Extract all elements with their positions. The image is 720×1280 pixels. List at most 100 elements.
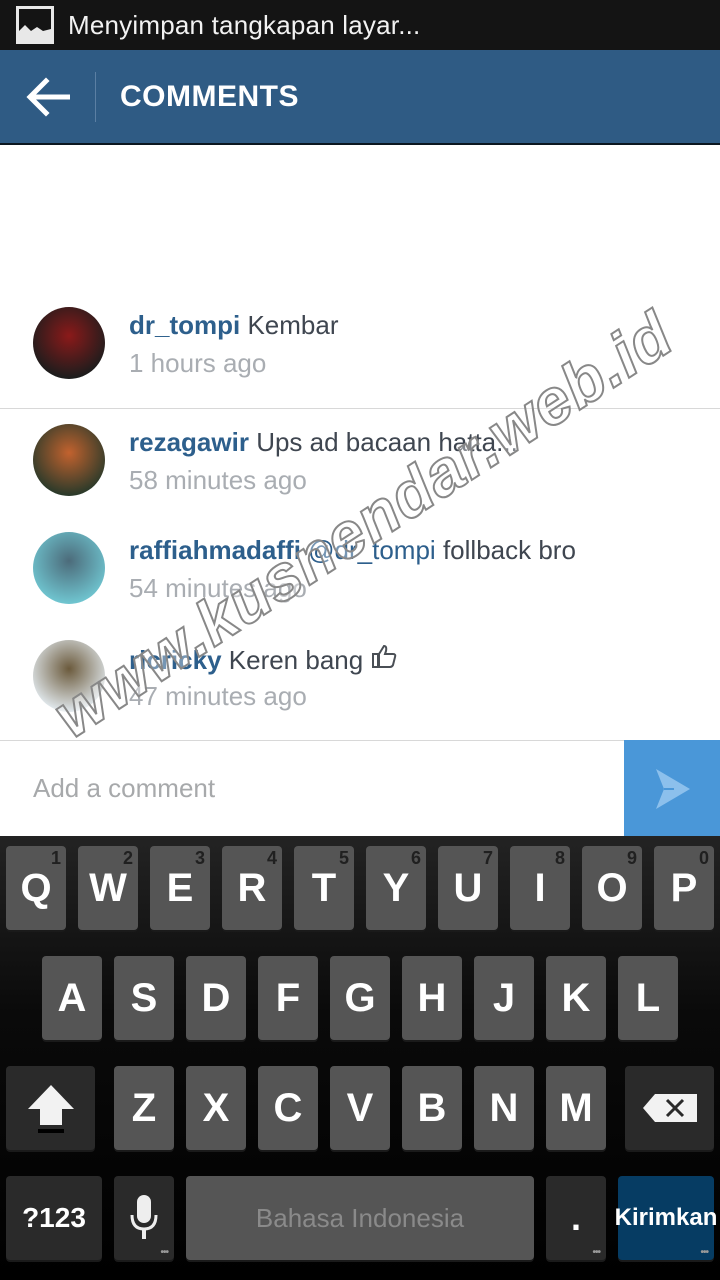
comment-username[interactable]: ricricky [129, 645, 222, 675]
more-options-dots: ••• [700, 1247, 708, 1258]
microphone-icon [130, 1195, 158, 1239]
key-label: P [670, 865, 698, 910]
symbols-key[interactable]: ?123 [6, 1176, 102, 1260]
key-v[interactable]: V [330, 1066, 390, 1150]
key-hint: 5 [338, 848, 349, 868]
more-options-dots: ••• [592, 1247, 600, 1258]
key-l[interactable]: L [618, 956, 678, 1040]
shift-arrow-icon [27, 1085, 74, 1133]
comment-item: ricricky Keren bang 47 minutes ago [0, 633, 720, 741]
key-h[interactable]: H [402, 956, 462, 1040]
comment-input[interactable] [0, 741, 624, 836]
avatar[interactable] [33, 640, 105, 712]
key-label: D [201, 975, 231, 1020]
key-j[interactable]: J [474, 956, 534, 1040]
key-r[interactable]: R4 [222, 846, 282, 930]
key-hint: 0 [698, 848, 709, 868]
key-hint: 1 [50, 848, 61, 868]
backspace-key[interactable] [625, 1066, 714, 1150]
key-d[interactable]: D [186, 956, 246, 1040]
soft-keyboard: ?123 ••• Bahasa Indonesia . ••• Kirimkan… [0, 836, 720, 1280]
screenshot-image-icon [16, 6, 54, 44]
key-b[interactable]: B [402, 1066, 462, 1150]
key-hint: 2 [122, 848, 133, 868]
comment-item: dr_tompi Kembar 1 hours ago [0, 300, 720, 408]
key-f[interactable]: F [258, 956, 318, 1040]
key-label: O [596, 865, 628, 910]
space-key[interactable]: Bahasa Indonesia [186, 1176, 534, 1260]
comment-username[interactable]: dr_tompi [129, 310, 240, 340]
back-button[interactable] [0, 49, 95, 144]
key-q[interactable]: Q1 [6, 846, 66, 930]
key-label: C [273, 1085, 303, 1130]
thumbs-up-icon [370, 643, 398, 676]
send-arrow-icon [656, 768, 690, 809]
arrow-left-icon [25, 76, 70, 117]
caption-divider [0, 408, 720, 409]
comment-item: raffiahmadaffi @dr_tompi follback bro 54… [0, 525, 720, 633]
key-u[interactable]: U7 [438, 846, 498, 930]
key-hint: 7 [482, 848, 493, 868]
comment-username[interactable]: raffiahmadaffi [129, 535, 301, 565]
key-x[interactable]: X [186, 1066, 246, 1150]
key-g[interactable]: G [330, 956, 390, 1040]
comment-time: 58 minutes ago [129, 465, 307, 495]
key-label: W [89, 865, 127, 910]
key-label: E [166, 865, 194, 910]
key-w[interactable]: W2 [78, 846, 138, 930]
key-z[interactable]: Z [114, 1066, 174, 1150]
key-label: I [534, 865, 546, 910]
key-n[interactable]: N [474, 1066, 534, 1150]
period-label: . [570, 1197, 581, 1238]
key-label: H [417, 975, 447, 1020]
key-s[interactable]: S [114, 956, 174, 1040]
comment-time: 47 minutes ago [129, 681, 307, 711]
comment-line: raffiahmadaffi @dr_tompi follback bro [129, 535, 576, 566]
comment-line: ricricky Keren bang [129, 643, 398, 676]
key-hint: 9 [626, 848, 637, 868]
comment-time: 54 minutes ago [129, 573, 307, 603]
comment-item: rezagawir Ups ad bacaan hatta... 58 minu… [0, 417, 720, 525]
key-p[interactable]: P0 [654, 846, 714, 930]
key-k[interactable]: K [546, 956, 606, 1040]
key-hint: 3 [194, 848, 205, 868]
comment-text: Kembar [247, 310, 339, 340]
key-i[interactable]: I8 [510, 846, 570, 930]
comment-text: Keren bang [228, 645, 364, 675]
key-label: Q [20, 865, 52, 910]
more-options-dots: ••• [160, 1247, 168, 1258]
key-m[interactable]: M [546, 1066, 606, 1150]
key-label: U [453, 865, 483, 910]
period-key[interactable]: . ••• [546, 1176, 606, 1260]
backspace-icon [642, 1094, 697, 1122]
key-label: Z [131, 1085, 157, 1130]
send-key[interactable]: Kirimkan ••• [615, 1176, 717, 1260]
key-label: F [275, 975, 301, 1020]
avatar[interactable] [33, 532, 105, 604]
key-label: L [635, 975, 661, 1020]
key-label: B [417, 1085, 447, 1130]
key-label: A [57, 975, 87, 1020]
avatar[interactable] [33, 307, 105, 379]
microphone-key[interactable]: ••• [114, 1176, 174, 1260]
key-e[interactable]: E3 [150, 846, 210, 930]
send-comment-button[interactable] [624, 740, 720, 837]
key-o[interactable]: O9 [582, 846, 642, 930]
key-label: Y [382, 865, 410, 910]
key-hint: 4 [266, 848, 277, 868]
header-divider [95, 71, 96, 122]
comment-line: dr_tompi Kembar [129, 310, 339, 341]
key-y[interactable]: Y6 [366, 846, 426, 930]
page-title: COMMENTS [120, 79, 299, 113]
key-t[interactable]: T5 [294, 846, 354, 930]
comment-list: dr_tompi Kembar 1 hours ago rezagawir Up… [0, 300, 720, 741]
app-header: COMMENTS [0, 50, 720, 145]
shift-key[interactable] [6, 1066, 95, 1150]
key-label: R [237, 865, 267, 910]
comment-username[interactable]: rezagawir [129, 427, 249, 457]
send-key-label: Kirimkan [614, 1204, 718, 1231]
comment-mention[interactable]: @dr_tompi [308, 535, 436, 565]
avatar[interactable] [33, 424, 105, 496]
key-c[interactable]: C [258, 1066, 318, 1150]
key-a[interactable]: A [42, 956, 102, 1040]
